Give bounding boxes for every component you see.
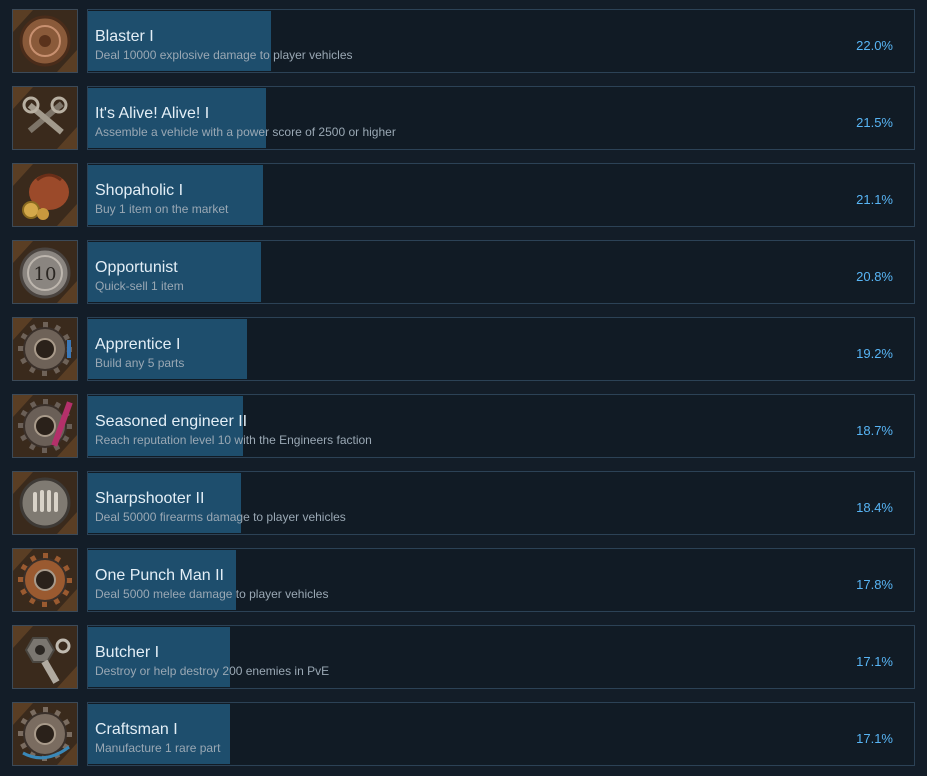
achievement-row[interactable]: Shopaholic I Buy 1 item on the market 21.1… bbox=[12, 163, 915, 227]
wrenches-icon bbox=[12, 86, 78, 150]
achievement-panel[interactable]: Opportunist Quick-sell 1 item 20.8% bbox=[87, 240, 915, 304]
achievement-title: Craftsman I bbox=[95, 721, 178, 738]
bullets-medal-icon bbox=[13, 472, 77, 534]
achievement-row[interactable]: Blaster I Deal 10000 explosive damage to … bbox=[12, 9, 915, 73]
achievement-row[interactable]: 10 Opportunist Quick-sell 1 item 20.8% bbox=[12, 240, 915, 304]
achievement-description: Quick-sell 1 item bbox=[95, 279, 184, 293]
wrenches-icon bbox=[13, 87, 77, 149]
achievement-row[interactable]: Apprentice I Build any 5 parts 19.2% bbox=[12, 317, 915, 381]
achievement-list: Blaster I Deal 10000 explosive damage to … bbox=[0, 0, 927, 776]
explosive-medal-icon bbox=[13, 10, 77, 72]
achievement-title: Seasoned engineer II bbox=[95, 413, 248, 430]
coin-pouch-icon bbox=[13, 164, 77, 226]
achievement-row[interactable]: It's Alive! Alive! I Assemble a vehicle w… bbox=[12, 86, 915, 150]
unlock-percentage: 19.2% bbox=[856, 346, 893, 361]
achievement-description: Buy 1 item on the market bbox=[95, 202, 229, 216]
svg-text:10: 10 bbox=[34, 264, 57, 285]
engineer-gear-icon bbox=[12, 394, 78, 458]
unlock-percentage: 22.0% bbox=[856, 38, 893, 53]
unlock-percentage: 20.8% bbox=[856, 269, 893, 284]
gear-icon bbox=[12, 317, 78, 381]
unlock-percentage: 21.1% bbox=[856, 192, 893, 207]
spool-icon bbox=[12, 702, 78, 766]
achievement-row[interactable]: Butcher I Destroy or help destroy 200 ene… bbox=[12, 625, 915, 689]
achievement-title: One Punch Man II bbox=[95, 567, 224, 584]
achievement-description: Assemble a vehicle with a power score of… bbox=[95, 125, 396, 139]
achievement-row[interactable]: One Punch Man II Deal 5000 melee damage t… bbox=[12, 548, 915, 612]
achievement-description: Destroy or help destroy 200 enemies in P… bbox=[95, 664, 330, 678]
achievement-description: Manufacture 1 rare part bbox=[95, 741, 221, 755]
achievement-panel[interactable]: It's Alive! Alive! I Assemble a vehicle w… bbox=[87, 86, 915, 150]
unlock-percentage: 21.5% bbox=[856, 115, 893, 130]
achievement-panel[interactable]: One Punch Man II Deal 5000 melee damage t… bbox=[87, 548, 915, 612]
achievement-title: Apprentice I bbox=[95, 336, 181, 353]
unlock-percentage: 17.1% bbox=[856, 731, 893, 746]
achievement-title: It's Alive! Alive! I bbox=[95, 105, 210, 122]
unlock-percentage: 17.1% bbox=[856, 654, 893, 669]
achievement-panel[interactable]: Shopaholic I Buy 1 item on the market 21.1… bbox=[87, 163, 915, 227]
bullets-medal-icon bbox=[12, 471, 78, 535]
achievement-row[interactable]: Seasoned engineer II Reach reputation lev… bbox=[12, 394, 915, 458]
achievement-description: Reach reputation level 10 with the Engin… bbox=[95, 433, 372, 447]
achievement-panel[interactable]: Sharpshooter II Deal 50000 firearms damag… bbox=[87, 471, 915, 535]
achievement-panel[interactable]: Butcher I Destroy or help destroy 200 ene… bbox=[87, 625, 915, 689]
saw-blade-icon bbox=[13, 549, 77, 611]
ten-coin-icon: 10 bbox=[12, 240, 78, 304]
nuts-bolts-icon bbox=[13, 626, 77, 688]
achievement-description: Deal 5000 melee damage to player vehicle… bbox=[95, 587, 329, 601]
coin-pouch-icon bbox=[12, 163, 78, 227]
achievement-description: Deal 50000 firearms damage to player veh… bbox=[95, 510, 346, 524]
explosive-medal-icon bbox=[12, 9, 78, 73]
achievement-row[interactable]: Craftsman I Manufacture 1 rare part 17.1% bbox=[12, 702, 915, 766]
unlock-percentage: 18.7% bbox=[856, 423, 893, 438]
saw-blade-icon bbox=[12, 548, 78, 612]
achievement-panel[interactable]: Blaster I Deal 10000 explosive damage to … bbox=[87, 9, 915, 73]
achievement-description: Deal 10000 explosive damage to player ve… bbox=[95, 48, 353, 62]
nuts-bolts-icon bbox=[12, 625, 78, 689]
gear-icon bbox=[13, 318, 77, 380]
achievement-title: Butcher I bbox=[95, 644, 160, 661]
achievement-panel[interactable]: Seasoned engineer II Reach reputation lev… bbox=[87, 394, 915, 458]
ten-coin-icon: 10 bbox=[13, 241, 77, 303]
achievement-row[interactable]: Sharpshooter II Deal 50000 firearms damag… bbox=[12, 471, 915, 535]
achievement-title: Shopaholic I bbox=[95, 182, 184, 199]
achievement-description: Build any 5 parts bbox=[95, 356, 185, 370]
achievement-title: Blaster I bbox=[95, 28, 154, 45]
achievement-panel[interactable]: Apprentice I Build any 5 parts 19.2% bbox=[87, 317, 915, 381]
engineer-gear-icon bbox=[13, 395, 77, 457]
achievement-title: Opportunist bbox=[95, 259, 178, 276]
spool-icon bbox=[13, 703, 77, 765]
unlock-percentage: 18.4% bbox=[856, 500, 893, 515]
achievement-title: Sharpshooter II bbox=[95, 490, 205, 507]
achievement-panel[interactable]: Craftsman I Manufacture 1 rare part 17.1% bbox=[87, 702, 915, 766]
unlock-percentage: 17.8% bbox=[856, 577, 893, 592]
